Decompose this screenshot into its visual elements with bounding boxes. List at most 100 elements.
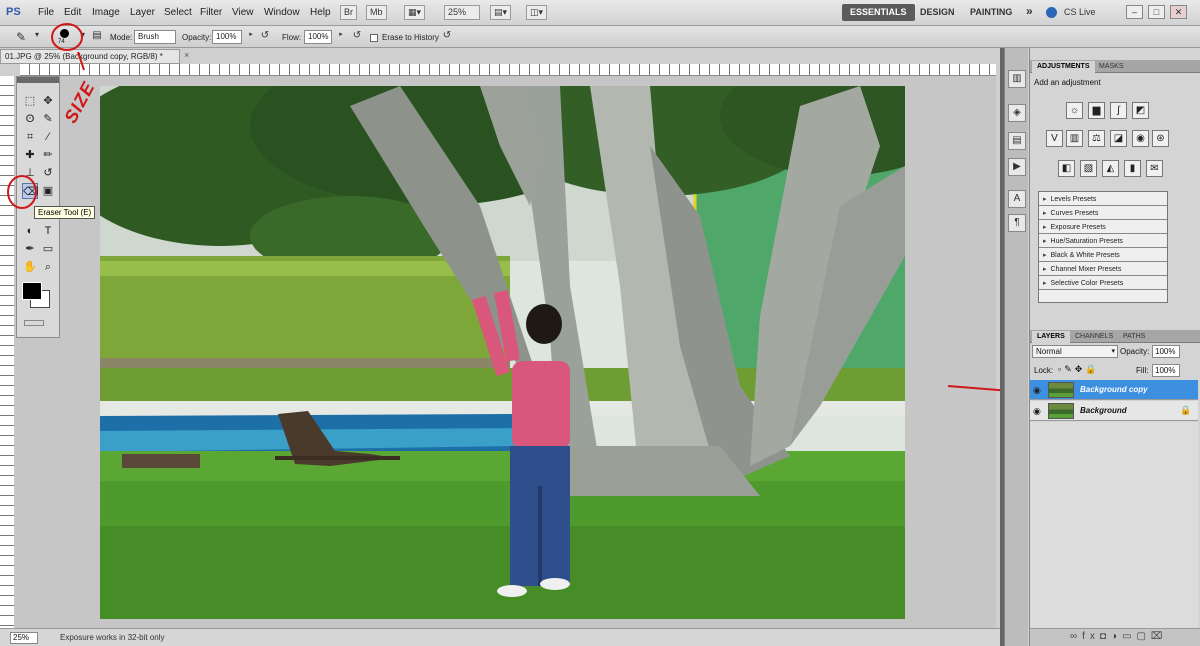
flow-input[interactable]: 100%: [304, 30, 332, 44]
menu-select[interactable]: Select: [164, 7, 192, 18]
channel-mixer-icon[interactable]: ⊛: [1152, 130, 1169, 147]
adjustment-layer-icon[interactable]: ◑: [1111, 631, 1122, 642]
tablet-size-icon[interactable]: ↺: [440, 30, 454, 44]
crop-tool-icon[interactable]: ⌗: [22, 129, 38, 145]
eye-icon[interactable]: ◉: [1033, 406, 1041, 417]
document-tab[interactable]: 01.JPG @ 25% (Background copy, RGB/8) *: [0, 49, 180, 64]
tab-channels[interactable]: CHANNELS: [1070, 331, 1118, 343]
new-layer-icon[interactable]: ▢: [1136, 631, 1150, 642]
paragraph-icon[interactable]: ¶: [1008, 214, 1026, 232]
quick-selection-tool-icon[interactable]: ✎: [40, 111, 56, 127]
menu-file[interactable]: File: [38, 7, 54, 18]
preset-exposure[interactable]: ▸ Exposure Presets: [1039, 220, 1167, 234]
navigator-icon[interactable]: ◈: [1008, 104, 1026, 122]
menu-help[interactable]: Help: [310, 7, 331, 18]
curves-icon[interactable]: ∫: [1110, 102, 1127, 119]
pen-tool-icon[interactable]: ✒: [22, 241, 38, 257]
airbrush-icon[interactable]: ↺: [350, 30, 364, 44]
layer-name[interactable]: Background copy: [1080, 385, 1148, 394]
status-zoom-input[interactable]: 25%: [10, 632, 38, 644]
menu-image[interactable]: Image: [92, 7, 120, 18]
menu-window[interactable]: Window: [264, 7, 300, 18]
cs-live-button[interactable]: CS Live: [1056, 4, 1104, 21]
tab-adjustments[interactable]: ADJUSTMENTS: [1032, 61, 1095, 73]
selective-color-icon[interactable]: ✉: [1146, 160, 1163, 177]
color-balance-icon[interactable]: ⚖: [1088, 130, 1105, 147]
maximize-button[interactable]: □: [1148, 5, 1165, 19]
toolbox-grip[interactable]: [17, 77, 59, 83]
arrange-documents-icon[interactable]: ▦▾: [404, 5, 426, 20]
flow-dropdown-icon[interactable]: ▸: [334, 30, 348, 44]
eyedropper-tool-icon[interactable]: ⁄: [40, 129, 56, 145]
tab-masks[interactable]: MASKS: [1094, 61, 1129, 73]
preset-channel-mixer[interactable]: ▸ Channel Mixer Presets: [1039, 262, 1167, 276]
preset-hue-saturation[interactable]: ▸ Hue/Saturation Presets: [1039, 234, 1167, 248]
workspace-essentials[interactable]: ESSENTIALS: [842, 4, 915, 21]
add-mask-icon[interactable]: ◘: [1100, 631, 1111, 642]
tablet-opacity-icon[interactable]: ↺: [258, 30, 272, 44]
brush-tool-icon[interactable]: ✏: [40, 147, 56, 163]
clone-stamp-tool-icon[interactable]: ⊥: [22, 165, 38, 181]
screen-mode-icon[interactable]: ◫▾: [526, 5, 548, 20]
zoom-tool-icon[interactable]: ⌕: [40, 259, 56, 275]
blend-mode-select[interactable]: Normal ▾: [1032, 345, 1118, 358]
healing-brush-tool-icon[interactable]: ✚: [22, 147, 38, 163]
preset-dropdown-icon[interactable]: ▾: [30, 30, 44, 44]
close-document-icon[interactable]: ×: [184, 50, 189, 60]
black-white-icon[interactable]: ◪: [1110, 130, 1127, 147]
workspace-painting[interactable]: PAINTING: [962, 4, 1020, 21]
new-group-icon[interactable]: ▭: [1122, 631, 1136, 642]
mini-bridge-icon[interactable]: Mb: [366, 5, 387, 20]
preset-levels[interactable]: ▸ Levels Presets: [1039, 192, 1167, 206]
photo-filter-icon[interactable]: ◉: [1132, 130, 1149, 147]
minimize-button[interactable]: –: [1126, 5, 1143, 19]
delete-layer-icon[interactable]: ⌧: [1151, 631, 1168, 642]
type-tool-icon[interactable]: T: [40, 223, 56, 239]
vibrance-icon[interactable]: V: [1046, 130, 1063, 147]
bridge-icon[interactable]: Br: [340, 5, 357, 20]
lock-icons[interactable]: ▫✎✥🔒: [1058, 364, 1099, 375]
more-workspaces-icon[interactable]: »: [1022, 4, 1037, 21]
preset-selective-color[interactable]: ▸ Selective Color Presets: [1039, 276, 1167, 290]
levels-icon[interactable]: ▆: [1088, 102, 1105, 119]
brush-dropdown-icon[interactable]: ▾: [76, 30, 90, 44]
brightness-contrast-icon[interactable]: ☼: [1066, 102, 1083, 119]
threshold-icon[interactable]: ◭: [1102, 160, 1119, 177]
workspace-design[interactable]: DESIGN: [912, 4, 963, 21]
character-icon[interactable]: A: [1008, 190, 1026, 208]
layer-style-icon[interactable]: fx: [1082, 631, 1100, 642]
opacity-input[interactable]: 100%: [212, 30, 242, 44]
brush-panel-icon[interactable]: ▤: [90, 30, 104, 44]
eye-icon[interactable]: ◉: [1033, 385, 1041, 396]
history-brush-tool-icon[interactable]: ↺: [40, 165, 56, 181]
document-image[interactable]: [100, 86, 905, 619]
menu-filter[interactable]: Filter: [200, 7, 222, 18]
actions-icon[interactable]: ▶: [1008, 158, 1026, 176]
hue-saturation-icon[interactable]: ▥: [1066, 130, 1083, 147]
invert-icon[interactable]: ◧: [1058, 160, 1075, 177]
foreground-color-swatch[interactable]: [22, 282, 42, 300]
eraser-preset-icon[interactable]: ✎: [14, 30, 28, 44]
brush-size-picker[interactable]: 74: [54, 27, 76, 47]
layer-name[interactable]: Background: [1080, 406, 1127, 415]
gradient-tool-icon[interactable]: ▣: [40, 183, 56, 199]
zoom-level-dropdown[interactable]: 25%: [444, 5, 480, 20]
mode-select[interactable]: Brush: [134, 30, 176, 44]
gradient-map-icon[interactable]: ▮: [1124, 160, 1141, 177]
opacity-dropdown-icon[interactable]: ▸: [244, 30, 258, 44]
erase-history-checkbox[interactable]: [370, 34, 378, 42]
lasso-tool-icon[interactable]: ʘ: [22, 111, 38, 127]
shape-tool-icon[interactable]: ▭: [40, 241, 56, 257]
preset-curves[interactable]: ▸ Curves Presets: [1039, 206, 1167, 220]
history-icon[interactable]: ▤: [1008, 132, 1026, 150]
tab-paths[interactable]: PATHS: [1118, 331, 1150, 343]
hand-tool-icon[interactable]: ✋: [22, 259, 38, 275]
close-button[interactable]: ✕: [1170, 5, 1187, 19]
exposure-icon[interactable]: ◩: [1132, 102, 1149, 119]
layer-opacity-input[interactable]: 100%: [1152, 345, 1180, 358]
posterize-icon[interactable]: ▧: [1080, 160, 1097, 177]
quick-mask-icon[interactable]: [24, 320, 44, 326]
menu-edit[interactable]: Edit: [64, 7, 81, 18]
move-tool-icon[interactable]: ✥: [40, 93, 56, 109]
dodge-tool-icon[interactable]: ◐: [22, 223, 38, 239]
